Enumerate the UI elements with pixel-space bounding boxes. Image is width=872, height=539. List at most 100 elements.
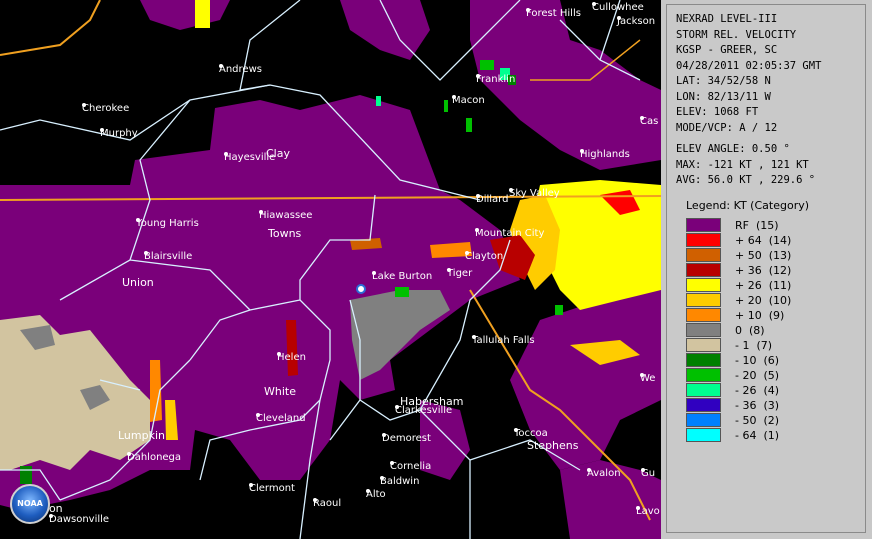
legend-row: + 10 (9) bbox=[667, 307, 865, 323]
county-white: White bbox=[264, 385, 296, 398]
legend-swatch bbox=[686, 307, 721, 322]
elev-angle: ELEV ANGLE: 0.50 ° bbox=[676, 143, 790, 155]
place-cullowhee: Cullowhee bbox=[592, 2, 644, 13]
place-lavo: Lavo bbox=[636, 506, 660, 517]
place-andrews: Andrews bbox=[219, 64, 262, 75]
place-we: We bbox=[640, 373, 656, 384]
place-demorest: Demorest bbox=[382, 433, 431, 444]
legend-row: - 64 (1) bbox=[667, 427, 865, 443]
legend-row: - 10 (6) bbox=[667, 352, 865, 368]
place-tallulah-falls: Tallulah Falls bbox=[472, 335, 535, 346]
place-forest-hills: Forest Hills bbox=[526, 8, 581, 19]
place-dahlonega: Dahlonega bbox=[127, 452, 182, 463]
place-baldwin: Baldwin bbox=[380, 476, 420, 487]
legend-label: - 64 (1) bbox=[735, 428, 780, 442]
legend-label: + 50 (13) bbox=[735, 248, 792, 262]
place-lake-burton: Lake Burton bbox=[372, 271, 433, 282]
mode-vcp: MODE/VCP: A / 12 bbox=[676, 121, 778, 134]
county-stephens: Stephens bbox=[527, 439, 579, 452]
place-cleveland: Cleveland bbox=[256, 413, 306, 424]
legend-swatch bbox=[686, 382, 721, 397]
place-dawsonville: Dawsonville bbox=[49, 514, 110, 525]
legend-swatch bbox=[686, 427, 721, 442]
max-velocity: MAX: -121 KT , 121 KT bbox=[676, 158, 809, 171]
legend-swatch bbox=[686, 337, 721, 352]
legend-row: RF (15) bbox=[667, 217, 865, 233]
legend-swatch bbox=[686, 217, 721, 232]
legend-row: + 20 (10) bbox=[667, 292, 865, 308]
legend-row: + 36 (12) bbox=[667, 262, 865, 278]
place-jackson: Jackson bbox=[617, 16, 656, 27]
legend-label: - 10 (6) bbox=[735, 353, 780, 367]
county-lumpkin: Lumpkin bbox=[118, 429, 166, 442]
legend-swatch bbox=[686, 232, 721, 247]
legend-title: Legend: KT (Category) bbox=[686, 198, 810, 212]
legend-label: + 36 (12) bbox=[735, 263, 792, 277]
legend-label: + 10 (9) bbox=[735, 308, 785, 322]
legend-label: + 64 (14) bbox=[735, 233, 792, 247]
radar-site-icon bbox=[356, 284, 366, 294]
place-tiger: Tiger bbox=[447, 268, 473, 279]
legend-swatch bbox=[686, 247, 721, 262]
legend-label: - 26 (4) bbox=[735, 383, 780, 397]
legend-swatch bbox=[686, 292, 721, 307]
legend-label: - 20 (5) bbox=[735, 368, 780, 382]
place-clarkesville: Clarkesville bbox=[395, 405, 453, 416]
place-cornelia: Cornelia bbox=[390, 461, 432, 472]
place-clayton: Clayton bbox=[465, 251, 504, 262]
legend-row: - 26 (4) bbox=[667, 382, 865, 398]
county-clay: Clay bbox=[266, 147, 290, 160]
legend-row: + 26 (11) bbox=[667, 277, 865, 293]
place-alto: Alto bbox=[366, 489, 386, 500]
place-helen: Helen bbox=[277, 352, 306, 363]
legend-swatch bbox=[686, 262, 721, 277]
place-murphy: Murphy bbox=[100, 128, 138, 139]
legend-row: + 64 (14) bbox=[667, 232, 865, 248]
legend-row: - 50 (2) bbox=[667, 412, 865, 428]
legend-row: + 50 (13) bbox=[667, 247, 865, 263]
place-toccoa: Toccoa bbox=[514, 428, 548, 439]
site-lon: LON: 82/13/11 W bbox=[676, 90, 771, 103]
county-towns: Towns bbox=[268, 227, 302, 240]
legend-label: + 26 (11) bbox=[735, 278, 792, 292]
legend-row: - 1 (7) bbox=[667, 337, 865, 353]
place-dillard: Dillard bbox=[476, 194, 509, 205]
place-sky-valley: Sky Valley bbox=[509, 188, 560, 199]
site-lat: LAT: 34/52/58 N bbox=[676, 75, 771, 87]
place-macon: Macon bbox=[452, 95, 485, 106]
product-line2: STORM REL. VELOCITY bbox=[676, 28, 797, 41]
place-young-harris: Young Harris bbox=[136, 218, 199, 229]
legend-swatch bbox=[686, 277, 721, 292]
legend-label: 0 (8) bbox=[735, 323, 765, 337]
place-blairsville: Blairsville bbox=[144, 251, 193, 262]
place-cherokee: Cherokee bbox=[82, 103, 130, 114]
legend-label: + 20 (10) bbox=[735, 293, 792, 307]
scan-datetime: 04/28/2011 02:05:37 GMT bbox=[676, 59, 822, 72]
place-franklin: Franklin bbox=[476, 74, 516, 85]
avg-velocity: AVG: 56.0 KT , 229.6 ° bbox=[676, 174, 816, 186]
legend-swatch bbox=[686, 412, 721, 427]
info-panel: NEXRAD LEVEL-III STORM REL. VELOCITY KGS… bbox=[666, 4, 866, 533]
radar-layer bbox=[0, 0, 661, 539]
place-clermont: Clermont bbox=[249, 483, 295, 494]
legend-row: - 36 (3) bbox=[667, 397, 865, 413]
legend-label: - 1 (7) bbox=[735, 338, 773, 352]
legend-swatch bbox=[686, 397, 721, 412]
site-elev: ELEV: 1068 FT bbox=[676, 106, 759, 118]
radar-site: KGSP - GREER, SC bbox=[676, 44, 778, 56]
legend-label: - 36 (3) bbox=[735, 398, 780, 412]
noaa-logo: NOAA bbox=[10, 484, 50, 524]
legend: RF (15) + 64 (14) + 50 (13) + 36 (12) + 26 (… bbox=[667, 217, 865, 443]
legend-swatch bbox=[686, 322, 721, 337]
place-raoul: Raoul bbox=[313, 498, 342, 509]
place-gu: Gu bbox=[641, 468, 656, 479]
place-hiawassee: Hiawassee bbox=[259, 210, 313, 221]
legend-label: - 50 (2) bbox=[735, 413, 780, 427]
place-mountain-city: Mountain City bbox=[475, 228, 545, 239]
county-union: Union bbox=[122, 276, 154, 289]
radar-map: Forest Hills Cullowhee Jackson Andrews C… bbox=[0, 0, 661, 539]
legend-row: - 20 (5) bbox=[667, 367, 865, 383]
legend-label: RF (15) bbox=[735, 218, 779, 232]
legend-swatch bbox=[686, 367, 721, 382]
place-highlands: Highlands bbox=[580, 149, 630, 160]
